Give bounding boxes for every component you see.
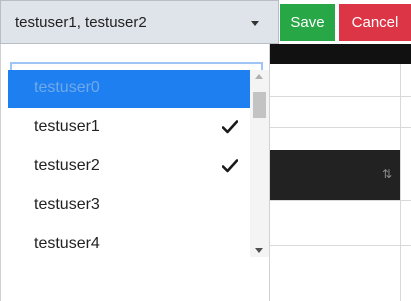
sort-icon[interactable]: ⇅ xyxy=(382,167,392,181)
option-label: testuser4 xyxy=(34,235,100,252)
scrollbar-thumb[interactable] xyxy=(253,92,266,118)
user-multiselect[interactable]: testuser1, testuser2 xyxy=(0,0,279,44)
option-label: testuser3 xyxy=(34,196,100,213)
scroll-up-arrow-icon[interactable] xyxy=(255,74,263,79)
background-header-bar xyxy=(270,44,411,64)
option-testuser4[interactable]: testuser4 xyxy=(8,226,250,257)
background-divider xyxy=(270,127,411,128)
background-table-header: ⇅ xyxy=(270,150,400,200)
option-testuser3[interactable]: testuser3 xyxy=(8,187,250,225)
scroll-down-arrow-icon[interactable] xyxy=(255,248,263,253)
option-testuser1[interactable]: testuser1 xyxy=(8,109,250,147)
checkmark-icon xyxy=(222,159,238,173)
option-label: testuser0 xyxy=(34,79,100,96)
options-list: testuser0 testuser1 testuser2 testuser3 … xyxy=(8,70,250,257)
option-label: testuser2 xyxy=(34,157,100,174)
background-divider xyxy=(270,245,411,246)
caret-down-icon[interactable] xyxy=(251,21,259,26)
option-testuser0[interactable]: testuser0 xyxy=(8,70,250,108)
option-label: testuser1 xyxy=(34,118,100,135)
checkmark-icon xyxy=(222,120,238,134)
option-testuser2[interactable]: testuser2 xyxy=(8,148,250,186)
background-divider xyxy=(270,200,411,201)
options-scrollbar[interactable] xyxy=(250,70,269,257)
save-button[interactable]: Save xyxy=(280,4,335,41)
background-grid-line xyxy=(400,64,401,301)
cancel-button[interactable]: Cancel xyxy=(339,4,411,41)
background-divider xyxy=(270,96,411,97)
selected-users-value: testuser1, testuser2 xyxy=(15,14,147,31)
